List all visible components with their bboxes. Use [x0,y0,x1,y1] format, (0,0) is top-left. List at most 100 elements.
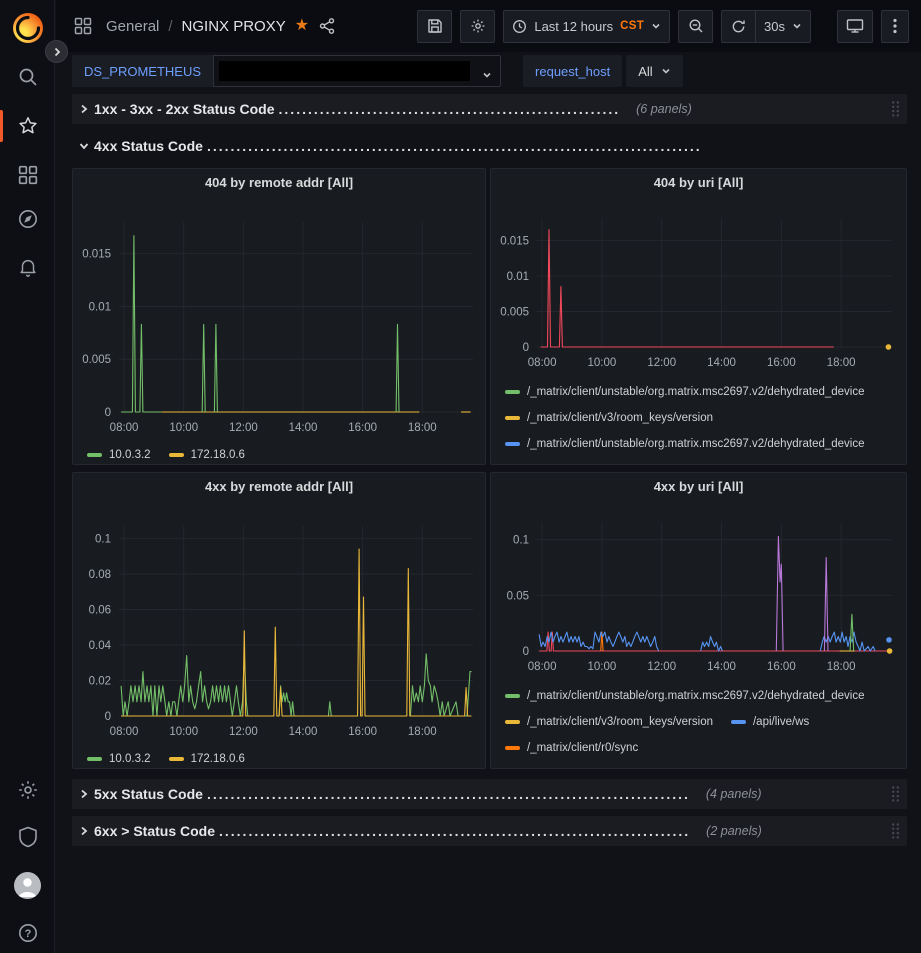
datasource-variable-select[interactable] [213,55,501,87]
panel-title[interactable]: 4xx by remote addr [All] [73,473,485,501]
refresh-interval-dropdown[interactable]: 30s [756,10,811,43]
row-drag-handle[interactable] [890,785,901,803]
legend-item[interactable]: /sw.js [731,457,781,465]
refresh-button[interactable] [721,10,756,43]
series-line [824,558,828,652]
panel-legend: /_matrix/client/unstable/org.matrix.msc2… [491,379,906,465]
x-axis-tick: 10:00 [169,422,198,434]
y-axis-tick: 0.015 [82,249,111,261]
legend-item[interactable]: 10.0.3.2 [87,749,151,769]
legend-item[interactable]: /_matrix/client/v3/room_keys/version [505,457,713,465]
request-host-variable-select[interactable]: All [626,55,682,87]
row-title: 5xx Status Code [94,786,203,802]
sidebar-item-profile[interactable] [0,865,55,905]
row-6xx[interactable]: 6xx > Status Code ......................… [72,816,907,846]
row-drag-handle[interactable] [890,100,901,118]
x-axis-tick: 14:00 [289,422,318,434]
save-dashboard-button[interactable] [417,10,452,43]
favorite-star-icon[interactable]: ★ [295,18,309,34]
legend-swatch [505,442,520,446]
panel-title[interactable]: 404 by remote addr [All] [73,169,485,197]
legend-item[interactable]: /_matrix/client/unstable/org.matrix.msc2… [505,683,865,709]
y-axis-tick: 0 [523,646,529,658]
legend-item[interactable]: 172.18.0.6 [169,749,245,769]
refresh-icon [731,19,746,34]
breadcrumb-section[interactable]: General [106,18,159,35]
legend-item[interactable]: /_matrix/client/v3/room_keys/version [505,709,713,735]
legend-item[interactable]: /_matrix/client/r0/sync [505,735,638,761]
sidebar-item-server-admin[interactable] [0,817,55,857]
y-axis-tick: 0.05 [507,590,529,602]
sidebar-item-explore[interactable] [0,199,55,239]
row-4xx[interactable]: 4xx Status Code ........................… [72,132,907,160]
chevron-right-icon [78,825,90,837]
zoom-out-time-button[interactable] [678,10,713,43]
dashboards-icon [18,165,38,185]
legend-swatch [87,453,102,457]
legend-item[interactable]: 172.18.0.6 [169,445,245,465]
chevron-down-icon [482,70,492,80]
share-icon[interactable] [318,17,336,35]
row-1xx-3xx-2xx[interactable]: 1xx - 3xx - 2xx Status Code ............… [72,94,907,124]
breadcrumb-separator: / [168,18,172,35]
row-title: 6xx > Status Code [94,823,215,839]
gear-icon [470,18,486,34]
panel-legend: 10.0.3.2 172.18.0.6 [73,445,485,465]
chevron-down-icon [661,66,671,76]
panel-title[interactable]: 404 by uri [All] [491,169,906,197]
x-axis-tick: 14:00 [289,726,318,738]
drag-handle-icon [890,100,901,118]
sidebar-item-dashboards[interactable] [0,155,55,195]
series-line [539,632,659,651]
legend-label: /api/live/ws [753,709,809,735]
legend-swatch [169,757,184,761]
series-point [886,344,892,350]
legend-item[interactable]: /_matrix/client/unstable/org.matrix.msc2… [505,431,865,457]
sidebar-item-configuration[interactable] [0,770,55,810]
sidebar-expand-button[interactable] [45,40,68,63]
panel-4xx-by-uri: 4xx by uri [All] 08:0010:0012:0014:0016:… [490,472,907,769]
legend-label: 172.18.0.6 [191,749,245,769]
legend-label: /_matrix/client/r0/sync [527,735,638,761]
legend-item[interactable]: 10.0.3.2 [87,445,151,465]
grafana-logo[interactable] [0,8,55,48]
legend-label: /_matrix/client/unstable/org.matrix.msc2… [527,683,865,709]
series-line [701,637,723,652]
series-point [886,637,892,643]
chart-404-by-remote-addr: 08:0010:0012:0014:0016:0018:0000.0050.01… [73,197,483,441]
series-line [121,236,161,412]
row-panel-count: (2 panels) [706,824,762,838]
legend-item[interactable]: /api/live/ws [731,709,809,735]
legend-label: /_matrix/client/unstable/org.matrix.msc2… [527,379,865,405]
timezone-label: CST [620,20,644,32]
tv-mode-button[interactable] [837,10,873,43]
panel-title[interactable]: 4xx by uri [All] [491,473,906,501]
drag-handle-icon [890,785,901,803]
time-range-picker[interactable]: Last 12 hours CST [503,10,670,43]
legend-swatch [505,694,520,698]
row-drag-handle[interactable] [890,822,901,840]
legend-label: /_matrix/client/unstable/org.matrix.msc2… [527,431,865,457]
more-options-button[interactable] [881,10,909,43]
x-axis-tick: 10:00 [588,661,617,673]
sidebar-item-search[interactable] [0,57,55,97]
legend-label: /_matrix/client/v3/room_keys/version [527,457,713,465]
y-axis-tick: 0.015 [500,235,529,247]
sidebar-item-help[interactable]: ? [0,913,55,953]
sidebar-item-starred[interactable] [0,106,55,146]
legend-item[interactable]: /_matrix/client/v3/room_keys/version [505,405,713,431]
explore-compass-icon [17,208,39,230]
dashboard-settings-button[interactable] [460,10,495,43]
sidebar-item-alerting[interactable] [0,247,55,287]
chevron-down-icon [78,140,90,152]
dashboard-title[interactable]: NGINX PROXY [182,18,286,35]
row-title: 1xx - 3xx - 2xx Status Code [94,101,275,117]
legend-item[interactable]: /_matrix/client/unstable/org.matrix.msc2… [505,379,865,405]
monitor-icon [846,18,864,34]
legend-item[interactable]: /_matrix/client/unstable/org.matrix.msc2… [505,761,865,769]
chart-4xx-by-remote-addr: 08:0010:0012:0014:0016:0018:0000.020.040… [73,501,483,745]
row-leader-dots: ........................................… [219,823,690,839]
request-host-variable-label: request_host [523,55,622,87]
row-5xx[interactable]: 5xx Status Code ........................… [72,779,907,809]
chevron-down-icon [792,21,802,31]
